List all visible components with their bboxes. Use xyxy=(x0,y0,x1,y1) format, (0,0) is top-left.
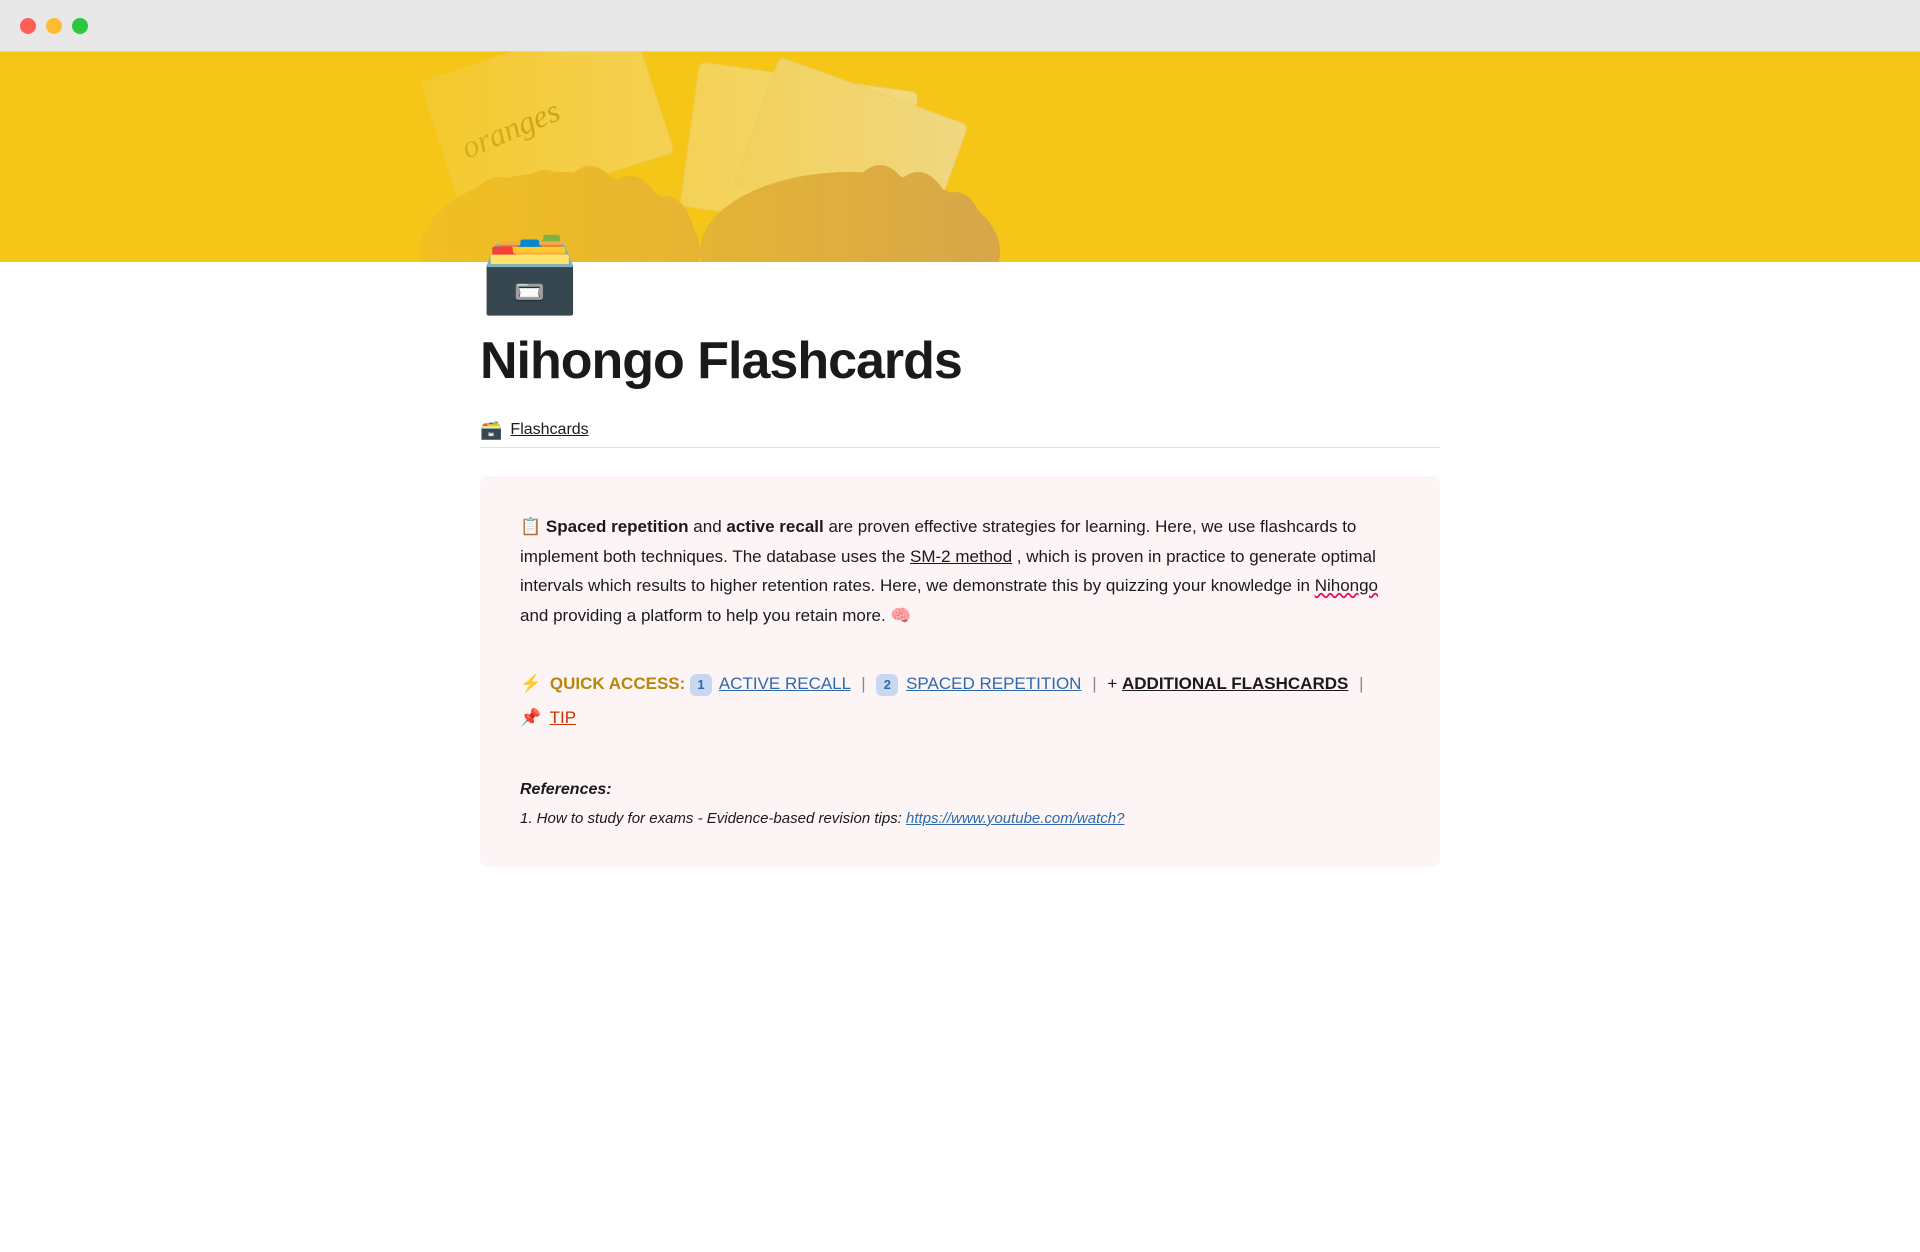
main-content: oranges 🗃️ xyxy=(0,52,1920,927)
tip-link[interactable]: TIP xyxy=(550,708,576,727)
reference-link-1[interactable]: https://www.youtube.com/watch? xyxy=(906,810,1124,827)
plus-icon: + xyxy=(1107,674,1122,693)
minimize-button[interactable] xyxy=(46,18,62,34)
and-text: and xyxy=(693,517,726,536)
sm2-link[interactable]: SM-2 method xyxy=(910,547,1012,566)
maximize-button[interactable] xyxy=(72,18,88,34)
info-card: 📋 Spaced repetition and active recall ar… xyxy=(480,476,1440,867)
page-title: Nihongo Flashcards xyxy=(480,332,1440,392)
body-text-3: and providing a platform to help you ret… xyxy=(520,606,912,625)
breadcrumb-link[interactable]: Flashcards xyxy=(510,421,588,439)
page-icon: 🗃️ xyxy=(480,227,580,316)
breadcrumb-icon: 🗃️ xyxy=(480,420,502,441)
references-title: References: xyxy=(520,781,1400,799)
additional-flashcards-link[interactable]: ADDITIONAL FLASHCARDS xyxy=(1122,674,1348,693)
active-recall-link[interactable]: ACTIVE RECALL xyxy=(719,674,851,693)
pipe-3: | xyxy=(1359,674,1363,693)
hero-banner: oranges xyxy=(0,52,1920,262)
lightning-icon: ⚡ xyxy=(520,674,541,693)
quick-access-label: QUICK ACCESS: xyxy=(550,674,685,693)
window-chrome xyxy=(0,0,1920,52)
breadcrumb-bar: 🗃️ Flashcards xyxy=(480,420,1440,448)
nihongo-text: Nihongo xyxy=(1315,576,1378,595)
pin-icon: 📌 xyxy=(520,708,541,727)
spaced-repetition-text: Spaced repetition xyxy=(546,517,689,536)
reference-text-1: 1. How to study for exams - Evidence-bas… xyxy=(520,810,906,827)
badge-1: 1 xyxy=(690,674,712,696)
references-section: References: 1. How to study for exams - … xyxy=(520,771,1400,831)
quick-access: ⚡ QUICK ACCESS: 1 ACTIVE RECALL | 2 SPAC… xyxy=(520,667,1400,735)
spaced-repetition-link[interactable]: SPACED REPETITION xyxy=(906,674,1081,693)
reference-item-1: 1. How to study for exams - Evidence-bas… xyxy=(520,807,1400,831)
hero-overlay xyxy=(0,52,1920,262)
close-button[interactable] xyxy=(20,18,36,34)
page-icon-area: 🗃️ xyxy=(0,232,1920,312)
content-area: Nihongo Flashcards 🗃️ Flashcards 📋 Space… xyxy=(0,312,1920,927)
active-recall-text: active recall xyxy=(726,517,823,536)
intro-icon: 📋 xyxy=(520,517,541,536)
info-text: 📋 Spaced repetition and active recall ar… xyxy=(520,512,1400,631)
pipe-2: | xyxy=(1092,674,1101,693)
badge-2: 2 xyxy=(876,674,898,696)
pipe-1: | xyxy=(861,674,870,693)
